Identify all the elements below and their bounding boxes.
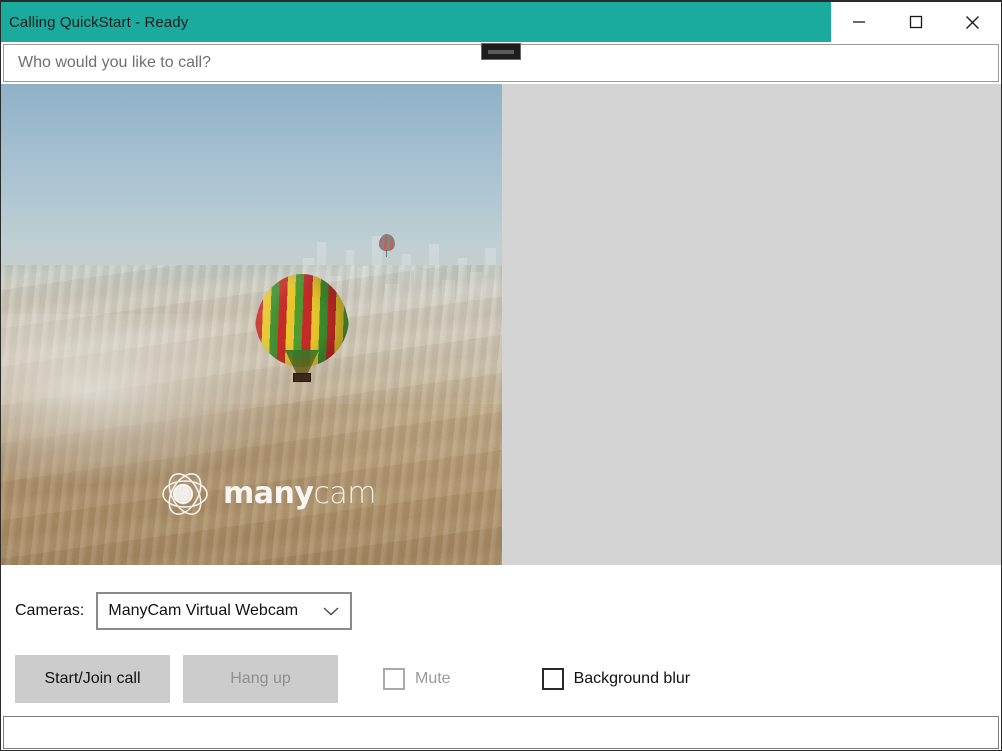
ime-handle-icon[interactable] [481, 43, 521, 60]
camera-select-value: ManyCam Virtual Webcam [108, 602, 316, 620]
window-title: Calling QuickStart - Ready [9, 14, 188, 31]
camera-select[interactable]: ManyCam Virtual Webcam [96, 592, 352, 630]
maximize-button[interactable] [888, 2, 945, 42]
status-bar[interactable] [3, 716, 999, 749]
local-video-preview[interactable]: manycam [1, 84, 502, 565]
call-buttons-row: Start/Join call Hang up Mute Background … [15, 655, 690, 703]
window-controls [831, 2, 1001, 42]
hang-up-button[interactable]: Hang up [183, 655, 338, 703]
wordmark-light: cam [313, 476, 376, 511]
app-window: Calling QuickStart - Ready [0, 0, 1002, 751]
manycam-watermark: manycam [159, 468, 376, 520]
minimize-icon [852, 15, 866, 29]
camera-selector-row: Cameras: ManyCam Virtual Webcam [15, 592, 352, 630]
hot-air-balloon [255, 274, 349, 382]
video-stage: manycam [1, 84, 1001, 565]
remote-video-pane[interactable] [502, 84, 1001, 565]
close-icon [965, 15, 980, 30]
minimize-button[interactable] [831, 2, 888, 42]
background-blur-checkbox[interactable]: Background blur [542, 668, 691, 690]
background-blur-checkbox-box [542, 668, 564, 690]
maximize-icon [909, 15, 923, 29]
mute-checkbox-box [383, 668, 405, 690]
wordmark-bold: many [223, 476, 313, 511]
close-button[interactable] [944, 2, 1001, 42]
controls-panel: Cameras: ManyCam Virtual Webcam Start/Jo… [1, 565, 1001, 715]
chevron-down-icon [322, 605, 340, 617]
start-join-call-button[interactable]: Start/Join call [15, 655, 170, 703]
title-bar: Calling QuickStart - Ready [1, 2, 1001, 42]
background-blur-checkbox-label: Background blur [574, 670, 691, 688]
distant-balloon [379, 234, 395, 258]
mute-checkbox-label: Mute [415, 670, 451, 688]
title-bar-drag-region[interactable]: Calling QuickStart - Ready [1, 2, 831, 42]
manycam-wordmark: manycam [223, 479, 376, 509]
manycam-logo-icon [159, 468, 211, 520]
mute-checkbox[interactable]: Mute [383, 668, 451, 690]
cameras-label: Cameras: [15, 602, 84, 620]
